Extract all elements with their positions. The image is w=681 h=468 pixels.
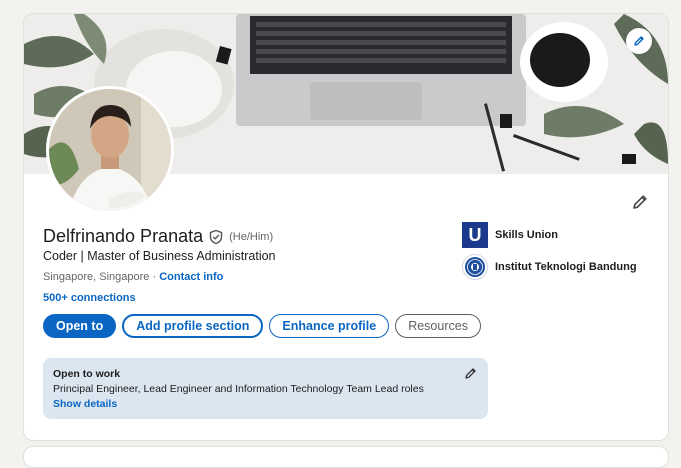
profile-headline: Coder | Master of Business Administratio… — [43, 249, 276, 263]
company-item[interactable]: Institut Teknologi Bandung — [462, 254, 637, 280]
pencil-icon — [465, 368, 476, 379]
open-to-work-roles: Principal Engineer, Lead Engineer and In… — [53, 383, 424, 395]
name-row: Delfrinando Pranata (He/Him) — [43, 226, 273, 247]
avatar-photo — [49, 89, 171, 211]
experience-education-list: U Skills Union Institut Teknologi Bandun… — [462, 222, 637, 286]
next-section-card — [23, 446, 669, 468]
skills-union-logo: U — [462, 222, 488, 248]
company-item[interactable]: U Skills Union — [462, 222, 637, 248]
location: Singapore, Singapore — [43, 271, 150, 283]
pencil-icon — [634, 36, 644, 46]
pronouns: (He/Him) — [229, 230, 274, 243]
profile-edit-button[interactable] — [628, 190, 652, 214]
add-profile-section-button[interactable]: Add profile section — [122, 314, 264, 338]
profile-actions: Open to Add profile section Enhance prof… — [43, 314, 481, 338]
itb-seal-logo — [462, 254, 488, 280]
connections-link[interactable]: 500+ connections — [43, 292, 136, 304]
profile-card: Delfrinando Pranata (He/Him) Coder | Mas… — [23, 13, 669, 441]
enhance-profile-button[interactable]: Enhance profile — [269, 314, 390, 338]
company-name: Institut Teknologi Bandung — [495, 261, 637, 273]
open-to-button[interactable]: Open to — [43, 314, 117, 338]
location-separator: · — [152, 271, 157, 283]
profile-name: Delfrinando Pranata — [43, 226, 204, 246]
open-to-work-title: Open to work — [53, 368, 121, 380]
pencil-icon — [633, 195, 647, 209]
profile-avatar[interactable] — [46, 86, 174, 214]
banner-edit-button[interactable] — [626, 28, 652, 54]
location-row: Singapore, Singapore · Contact info — [43, 271, 223, 283]
contact-info-link[interactable]: Contact info — [159, 271, 223, 283]
open-to-work-box[interactable]: Open to work Principal Engineer, Lead En… — [43, 358, 488, 419]
open-to-work-edit-button[interactable] — [464, 366, 478, 380]
company-name: Skills Union — [495, 229, 558, 241]
shield-check-icon[interactable] — [208, 229, 224, 245]
show-details-link[interactable]: Show details — [53, 398, 478, 410]
resources-button[interactable]: Resources — [395, 314, 481, 338]
